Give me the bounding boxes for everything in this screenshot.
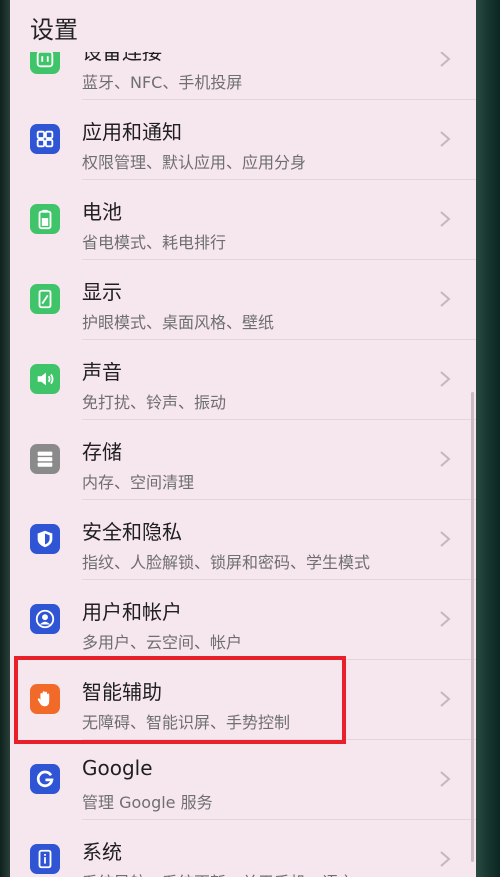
item-subtitle: 内存、空间清理 <box>82 473 195 492</box>
shield-icon <box>30 524 60 554</box>
chevron-right-icon <box>440 771 451 787</box>
phone-screen: 设备连接 蓝牙、NFC、手机投屏 应用和通知 权限管理、默认应用、应用分身 电池… <box>10 0 476 877</box>
google-g-icon <box>30 764 60 794</box>
storage-icon <box>30 444 60 474</box>
display-icon <box>30 284 60 314</box>
chevron-right-icon <box>440 291 451 307</box>
item-subtitle: 护眼模式、桌面风格、壁纸 <box>82 313 275 332</box>
item-subtitle: 指纹、人脸解锁、锁屏和密码、学生模式 <box>82 553 371 572</box>
chevron-right-icon <box>440 611 451 627</box>
settings-item-smart-assist[interactable]: 智能辅助 无障碍、智能识屏、手势控制 <box>10 660 476 740</box>
settings-item-security-privacy[interactable]: 安全和隐私 指纹、人脸解锁、锁屏和密码、学生模式 <box>10 500 476 580</box>
hand-icon <box>30 684 60 714</box>
chevron-right-icon <box>440 851 451 867</box>
item-title: 安全和隐私 <box>82 520 182 544</box>
settings-item-battery[interactable]: 电池 省电模式、耗电排行 <box>10 180 476 260</box>
item-title: 应用和通知 <box>82 120 182 144</box>
item-title: 显示 <box>82 280 122 304</box>
item-title: 系统 <box>82 840 122 864</box>
device-bezel-left <box>0 0 10 877</box>
item-subtitle: 多用户、云空间、帐户 <box>82 633 243 652</box>
item-subtitle: 无障碍、智能识屏、手势控制 <box>82 713 291 732</box>
item-subtitle: 省电模式、耗电排行 <box>82 233 227 252</box>
item-title: 用户和帐户 <box>82 600 182 624</box>
settings-list: 设备连接 蓝牙、NFC、手机投屏 应用和通知 权限管理、默认应用、应用分身 电池… <box>10 20 476 877</box>
chevron-right-icon <box>440 451 451 467</box>
chevron-right-icon <box>440 691 451 707</box>
item-subtitle: 系统导航、系统更新、关于手机、语言 <box>82 869 354 877</box>
item-subtitle: 管理 Google 服务 <box>82 793 213 812</box>
item-title: 声音 <box>82 360 122 384</box>
item-subtitle: 免打扰、铃声、振动 <box>82 393 227 412</box>
chevron-right-icon <box>440 211 451 227</box>
settings-item-storage[interactable]: 存储 内存、空间清理 <box>10 420 476 500</box>
settings-item-users-accounts[interactable]: 用户和帐户 多用户、云空间、帐户 <box>10 580 476 660</box>
item-subtitle: 权限管理、默认应用、应用分身 <box>82 153 307 172</box>
battery-icon <box>30 204 60 234</box>
chevron-right-icon <box>440 51 451 67</box>
chevron-right-icon <box>440 371 451 387</box>
chevron-right-icon <box>440 131 451 147</box>
settings-item-sound[interactable]: 声音 免打扰、铃声、振动 <box>10 340 476 420</box>
settings-item-system[interactable]: 系统 系统导航、系统更新、关于手机、语言 <box>10 820 476 877</box>
item-title: 智能辅助 <box>82 680 162 704</box>
item-subtitle: 蓝牙、NFC、手机投屏 <box>82 73 243 92</box>
item-title: Google <box>82 756 153 780</box>
settings-item-apps-notifications[interactable]: 应用和通知 权限管理、默认应用、应用分身 <box>10 100 476 180</box>
user-icon <box>30 604 60 634</box>
scrollbar[interactable] <box>471 392 474 862</box>
speaker-icon <box>30 364 60 394</box>
device-bezel-right <box>476 0 500 877</box>
settings-item-display[interactable]: 显示 护眼模式、桌面风格、壁纸 <box>10 260 476 340</box>
apps-grid-icon <box>30 124 60 154</box>
chevron-right-icon <box>440 531 451 547</box>
item-title: 存储 <box>82 440 122 464</box>
item-title: 电池 <box>82 200 122 224</box>
app-header: 设置 <box>10 0 476 52</box>
settings-item-google[interactable]: Google 管理 Google 服务 <box>10 740 476 820</box>
page-title: 设置 <box>30 16 78 44</box>
system-info-icon <box>30 844 60 874</box>
